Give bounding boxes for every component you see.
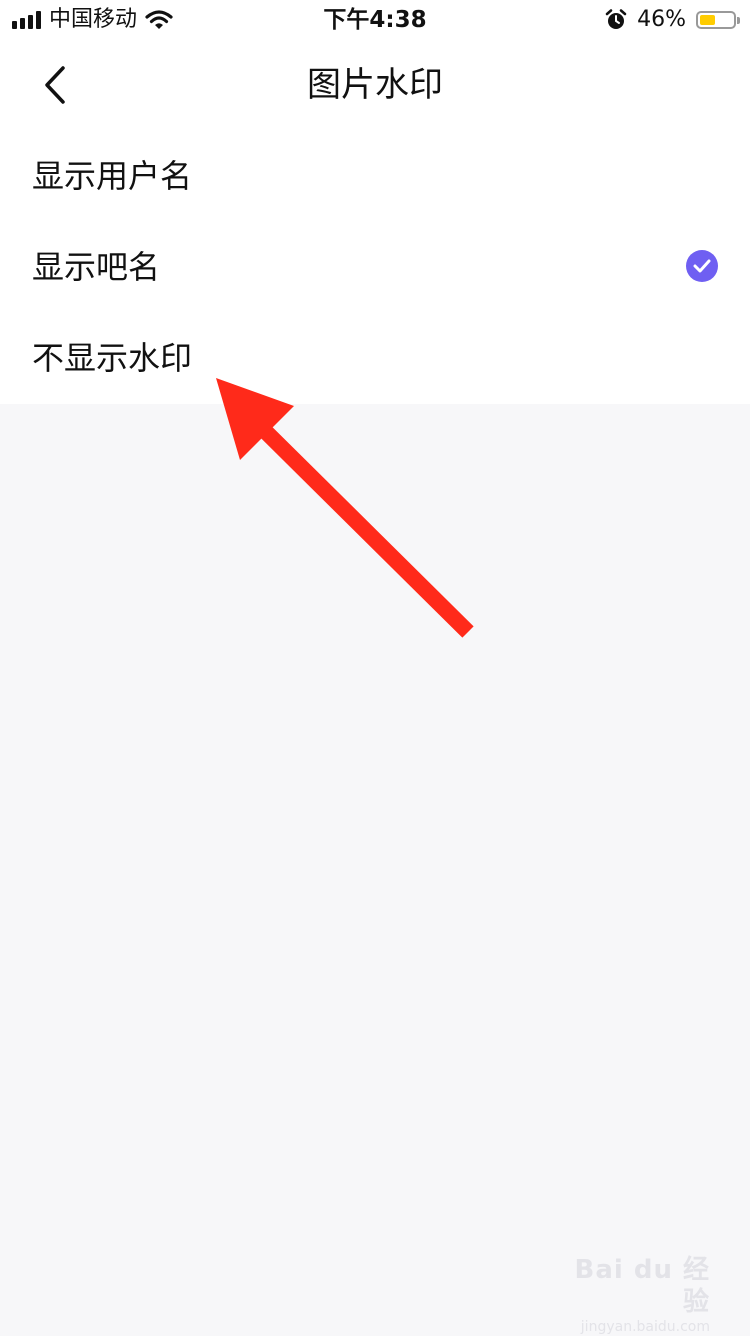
- status-right: 46%: [605, 6, 740, 34]
- watermark-option-list: 显示用户名 显示吧名 不显示水印: [0, 130, 750, 404]
- option-show-bar-name[interactable]: 显示吧名: [0, 221, 750, 312]
- watermark-settings-screen: 中国移动 下午4:38 46% 图片水印 显示用户名 显示吧名 不显示水印 Ba…: [0, 0, 750, 1335]
- battery-tip: [737, 17, 740, 24]
- battery-percent: 46%: [637, 7, 686, 32]
- watermark-site: jingyan.baidu.com: [580, 1319, 710, 1335]
- option-label: 不显示水印: [32, 339, 193, 377]
- watermark-brand: Bai du 经验: [574, 1255, 710, 1317]
- option-no-watermark[interactable]: 不显示水印: [0, 312, 750, 403]
- battery-icon: [696, 11, 740, 29]
- page-title: 图片水印: [307, 65, 443, 105]
- battery-level-fill: [700, 15, 715, 25]
- option-label: 显示吧名: [32, 248, 161, 286]
- nav-bar: 图片水印: [0, 40, 750, 130]
- alarm-icon: [605, 9, 627, 29]
- baidu-watermark: Bai du 经验 jingyan.baidu.com: [570, 1254, 711, 1335]
- check-icon: [686, 250, 718, 282]
- option-show-username[interactable]: 显示用户名: [0, 130, 750, 221]
- option-label: 显示用户名: [32, 157, 193, 195]
- status-bar: 中国移动 下午4:38 46%: [0, 0, 750, 40]
